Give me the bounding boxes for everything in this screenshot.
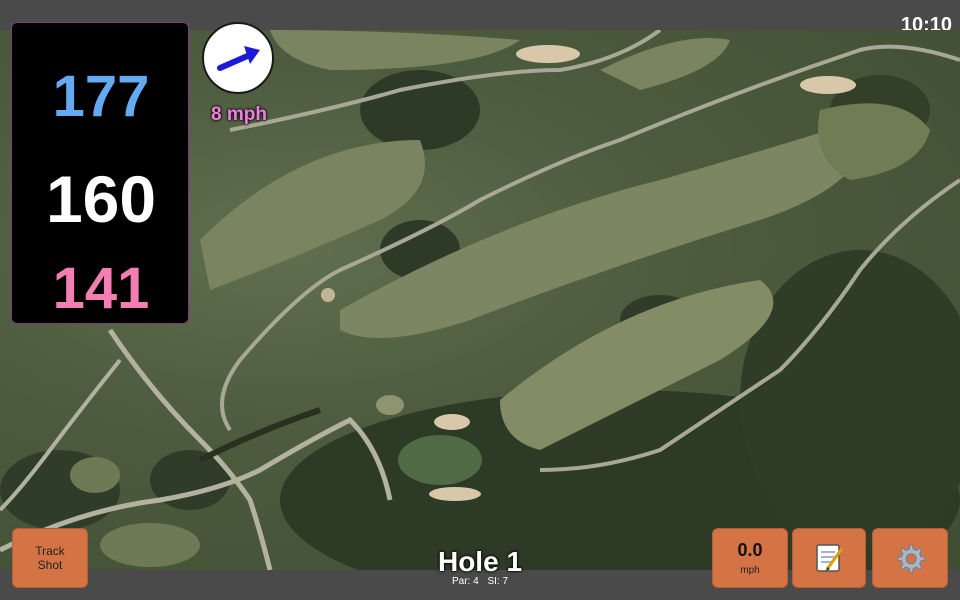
front-distance: 141 xyxy=(52,256,150,321)
wind-arrow-icon xyxy=(217,46,260,71)
hole-title: Hole 1 xyxy=(437,546,523,577)
notes-button[interactable] xyxy=(792,528,866,588)
notepad-icon xyxy=(816,544,843,572)
center-distance: 160 xyxy=(45,162,157,236)
wind-indicator xyxy=(202,22,274,94)
distance-panel: 177 160 141 xyxy=(11,22,189,324)
settings-button[interactable] xyxy=(872,528,948,588)
wind-speed: 8 mph xyxy=(211,104,267,125)
speed-value: 0.0 xyxy=(737,540,763,560)
track-shot-label-line2: Shot xyxy=(37,558,63,572)
track-shot-label-line1: Track xyxy=(35,544,65,558)
back-distance: 177 xyxy=(52,64,150,129)
hole-info: Par: 4 SI: 7 xyxy=(380,576,580,587)
hole-stroke-index: SI: 7 xyxy=(487,576,509,587)
speed-unit: mph xyxy=(740,565,760,576)
speed-button[interactable]: 0.0 mph xyxy=(712,528,788,588)
gear-icon xyxy=(897,544,926,573)
hole-par: Par: 4 xyxy=(451,576,479,587)
track-shot-button[interactable]: Track Shot xyxy=(12,528,88,588)
